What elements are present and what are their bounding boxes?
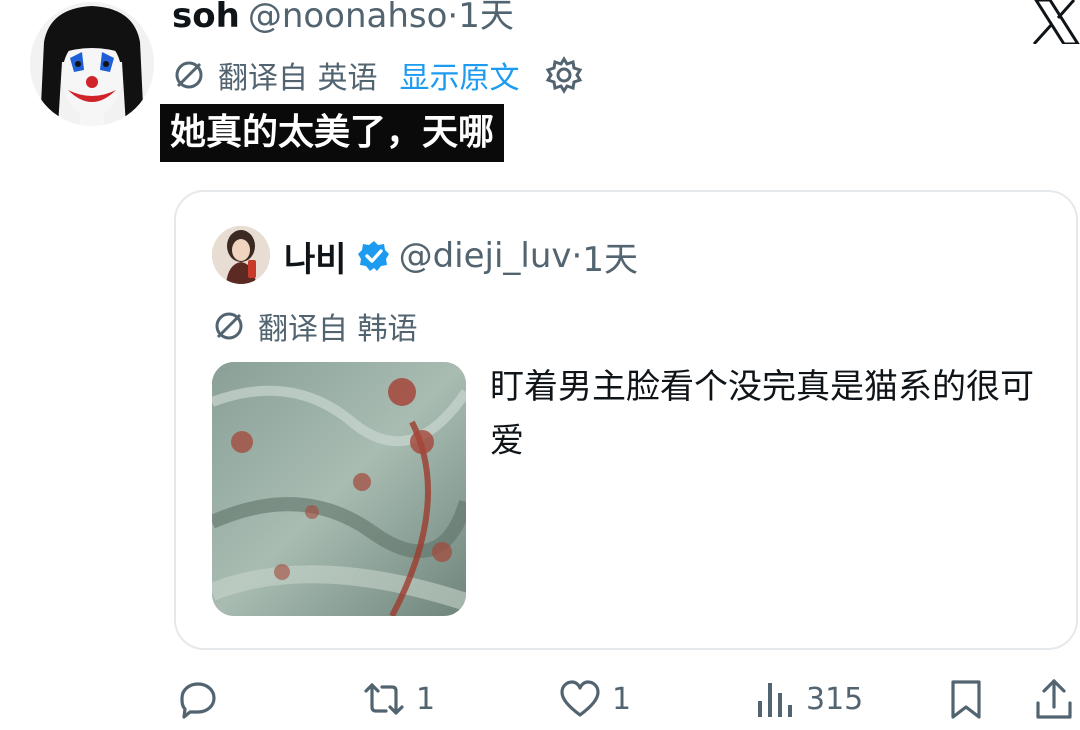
fabric-pattern-image <box>212 362 466 616</box>
tweet-detail-page: soh @noonahso·1天 翻译自 英语 显示原文 她真的太美了，天哪 나… <box>0 0 1080 730</box>
separator-dot: · <box>447 0 459 36</box>
share-button[interactable] <box>1032 674 1076 724</box>
quoted-media-thumbnail[interactable] <box>212 362 466 616</box>
clown-avatar-image <box>30 2 154 126</box>
quoted-translated-from-label: 翻译自 韩语 <box>258 312 418 347</box>
like-count: 1 <box>612 681 632 717</box>
tweet-action-bar: 1 1 315 <box>0 668 1080 730</box>
tweet-timestamp[interactable]: 1天 <box>458 0 514 36</box>
separator-dot: · <box>571 236 583 276</box>
x-logo-icon[interactable] <box>1030 0 1080 46</box>
quoted-timestamp[interactable]: 1天 <box>582 232 638 281</box>
author-name[interactable]: soh <box>172 0 240 36</box>
quoted-author-name[interactable]: 나비 <box>284 232 347 281</box>
author-handle[interactable]: @noonahso <box>248 0 448 36</box>
retweet-button[interactable]: 1 <box>362 674 435 724</box>
quoted-tweet-card[interactable]: 나비 @dieji_luv · 1天 翻译自 韩语 盯着男主脸看个没完真是猫系的… <box>174 190 1078 650</box>
quoted-translation-notice: 翻译自 韩语 <box>212 304 418 348</box>
bookmark-button[interactable] <box>944 674 988 724</box>
quoted-author-avatar[interactable] <box>212 226 270 284</box>
reply-button[interactable] <box>176 674 230 724</box>
heart-icon <box>560 680 600 717</box>
views-button[interactable]: 315 <box>752 674 863 724</box>
show-original-link[interactable]: 显示原文 <box>400 53 520 97</box>
translate-icon <box>175 61 203 89</box>
translation-notice: 翻译自 英语 显示原文 <box>172 52 584 98</box>
translate-icon <box>215 312 243 340</box>
tweet-author-line: soh @noonahso·1天 <box>172 0 514 40</box>
share-icon <box>1036 679 1072 719</box>
views-chart-icon <box>758 683 792 717</box>
translated-from-label: 翻译自 英语 <box>218 61 378 96</box>
retweet-count: 1 <box>416 681 436 717</box>
reply-icon <box>180 682 216 719</box>
tweet-text: 她真的太美了，天哪 <box>160 104 505 162</box>
author-avatar[interactable] <box>30 2 154 126</box>
quoted-author-line: 나비 @dieji_luv · 1天 <box>284 228 638 284</box>
bookmark-icon <box>951 680 981 719</box>
quoted-author-handle[interactable]: @dieji_luv <box>399 236 572 276</box>
retweet-icon <box>364 683 404 715</box>
like-button[interactable]: 1 <box>558 674 631 724</box>
quoted-tweet-text: 盯着男主脸看个没完真是猫系的很可爱 <box>490 367 1034 461</box>
quoted-avatar-image <box>212 226 270 284</box>
gear-icon[interactable] <box>544 55 584 95</box>
views-count: 315 <box>806 681 864 717</box>
verified-badge-icon <box>357 241 389 271</box>
